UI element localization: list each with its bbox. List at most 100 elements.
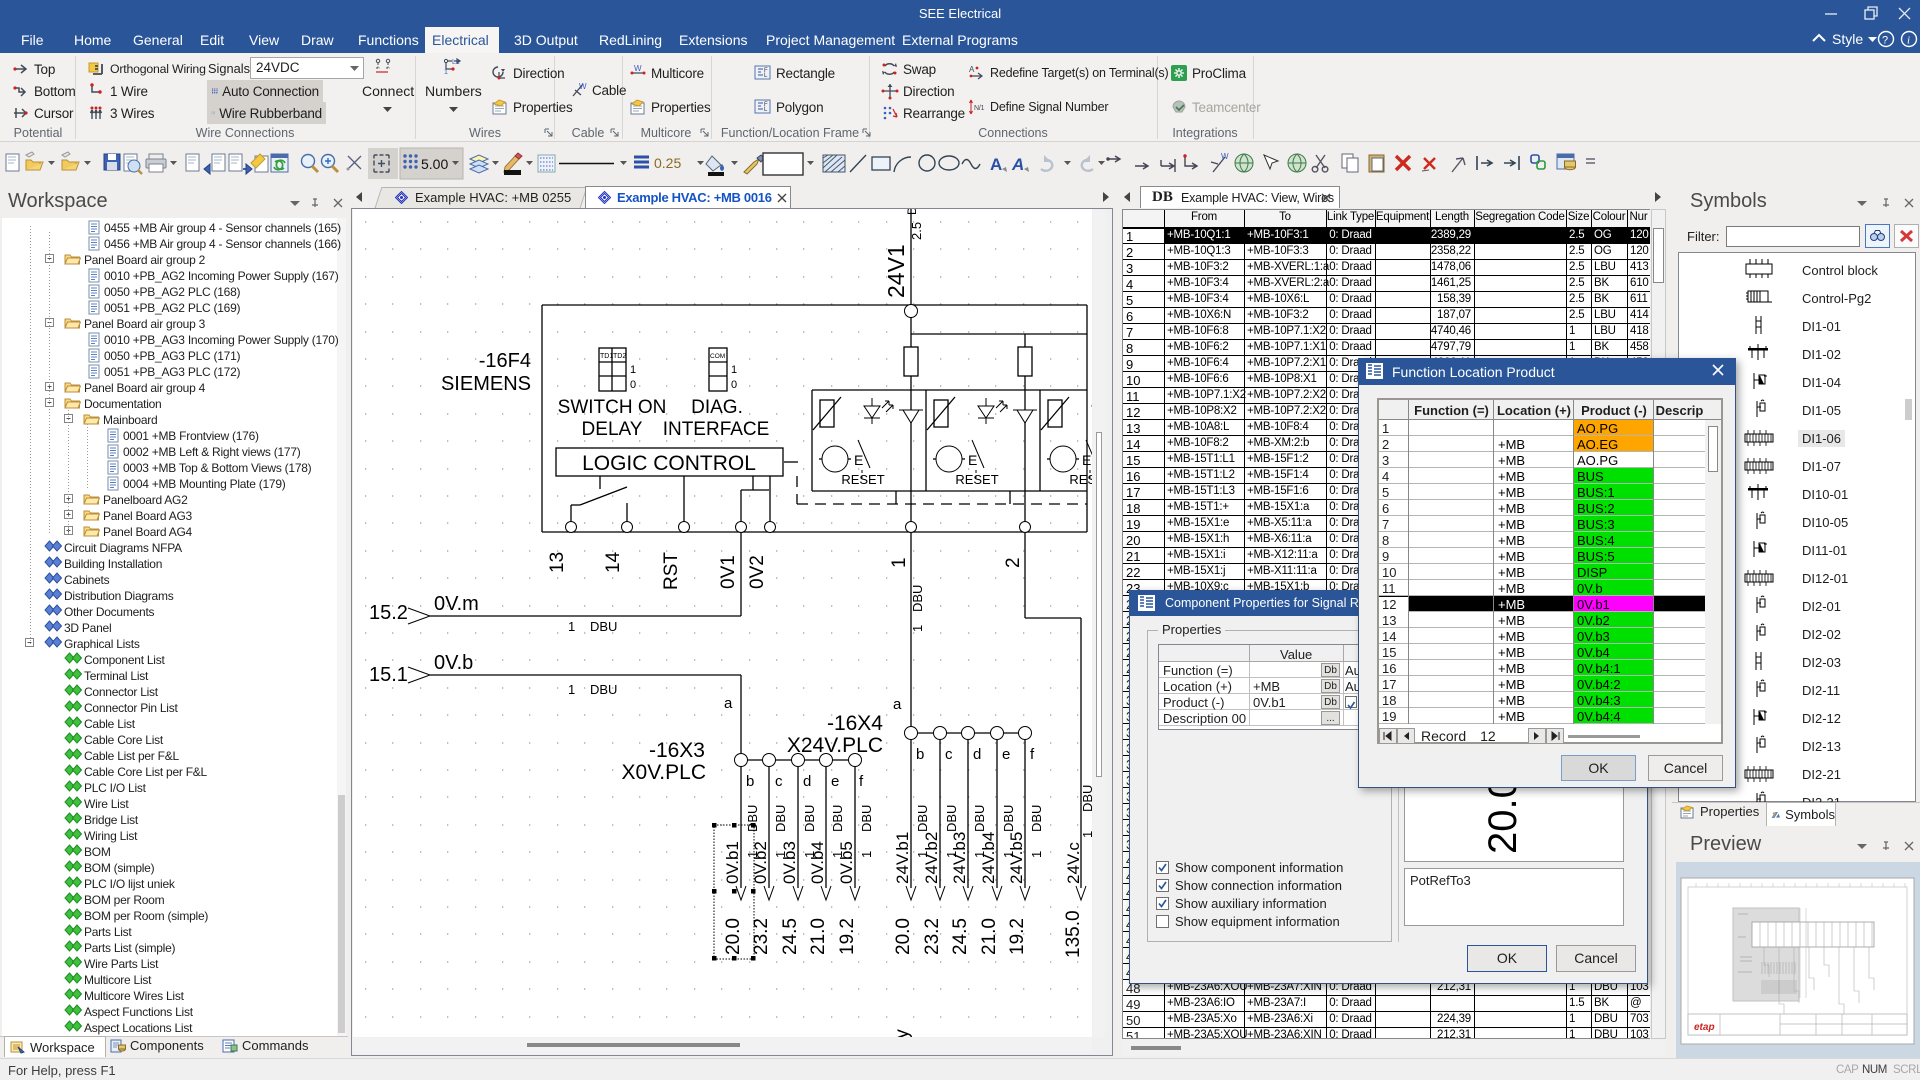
- svg-text:A: A: [969, 65, 975, 74]
- svg-text:DBU: DBU: [745, 805, 760, 832]
- svg-text:1: 1: [889, 557, 910, 568]
- svg-text:DBU: DBU: [590, 682, 617, 697]
- svg-text:0.25: 0.25: [654, 155, 681, 171]
- svg-text:A: A: [1011, 155, 1024, 174]
- svg-text:1: 1: [568, 619, 575, 634]
- svg-text:0V.b3: 0V.b3: [780, 841, 799, 884]
- svg-text:24.5: 24.5: [950, 918, 971, 955]
- svg-text:A: A: [990, 155, 1002, 174]
- svg-text:1: 1: [630, 364, 636, 376]
- svg-text:0V.b2: 0V.b2: [751, 841, 770, 884]
- svg-text:DBU: DBU: [1001, 805, 1016, 832]
- svg-text:e: e: [1002, 746, 1010, 763]
- svg-text:DBU: DBU: [1080, 785, 1092, 812]
- svg-text:0V2: 0V2: [747, 555, 768, 589]
- svg-text:b: b: [916, 746, 924, 763]
- svg-text:W: W: [634, 64, 642, 73]
- svg-text:TD1: TD1: [600, 353, 613, 360]
- svg-text:2.5: 2.5: [909, 222, 924, 240]
- svg-text:DBU: DBU: [944, 805, 959, 832]
- svg-text:SWITCH ON: SWITCH ON: [558, 397, 667, 418]
- svg-text:15.1: 15.1: [369, 664, 408, 686]
- svg-text:DBU: DBU: [802, 805, 817, 832]
- svg-text:?: ?: [1882, 35, 1888, 47]
- svg-text:21.0: 21.0: [979, 918, 1000, 955]
- svg-text:W: W: [579, 82, 587, 91]
- svg-text:1: 1: [568, 682, 575, 697]
- svg-text:RST: RST: [661, 552, 682, 590]
- svg-text:24V1: 24V1: [883, 244, 909, 298]
- svg-text:L1: L1: [452, 59, 460, 66]
- svg-text:1: 1: [910, 625, 925, 632]
- svg-text:24V.b2: 24V.b2: [922, 832, 941, 884]
- svg-text:c: c: [775, 773, 783, 790]
- svg-text:RESET: RESET: [841, 472, 884, 487]
- svg-text:5.00: 5.00: [421, 156, 448, 172]
- svg-text:20.0: 20.0: [893, 918, 914, 955]
- svg-text:14: 14: [603, 551, 624, 573]
- svg-text:DBU: DBU: [972, 805, 987, 832]
- svg-text:20.0: 20.0: [723, 918, 744, 955]
- svg-text:RESET: RESET: [1069, 472, 1092, 487]
- svg-text:1: 1: [731, 364, 737, 376]
- svg-text:INTERFACE: INTERFACE: [663, 419, 770, 440]
- svg-text:DELAY: DELAY: [582, 419, 643, 440]
- svg-text:DBU: DBU: [773, 805, 788, 832]
- svg-text:N/1: N/1: [974, 105, 985, 112]
- svg-text:135.0: 135.0: [1063, 910, 1084, 958]
- svg-text:19.2: 19.2: [1007, 918, 1028, 955]
- svg-text:1: 1: [1080, 831, 1092, 838]
- svg-text:23.2: 23.2: [922, 918, 943, 955]
- svg-text:a: a: [893, 696, 902, 713]
- svg-text:E: E: [1082, 452, 1091, 468]
- svg-text:etap: etap: [1694, 1022, 1715, 1033]
- svg-text:DBU: DBU: [859, 805, 874, 832]
- svg-text:d: d: [973, 746, 981, 763]
- svg-text:Style: Style: [1832, 31, 1863, 47]
- svg-text:DIAG.: DIAG.: [691, 397, 743, 418]
- svg-text:13: 13: [547, 552, 568, 573]
- svg-text:a: a: [724, 695, 733, 712]
- svg-text:ly: ly: [892, 1029, 913, 1037]
- svg-text:24V.b3: 24V.b3: [950, 832, 969, 884]
- svg-text:0V1: 0V1: [718, 555, 739, 589]
- svg-text:-16X4: -16X4: [827, 712, 883, 735]
- svg-text:TD2: TD2: [613, 353, 626, 360]
- svg-text:24V.c: 24V.c: [1064, 842, 1083, 884]
- svg-text:24V.b5: 24V.b5: [1007, 832, 1026, 884]
- svg-text:1: 1: [444, 69, 448, 76]
- svg-text:COM: COM: [710, 353, 725, 360]
- svg-text:0V.b1: 0V.b1: [723, 841, 742, 884]
- svg-text:24V.b1: 24V.b1: [893, 832, 912, 884]
- svg-text:15.2: 15.2: [369, 602, 408, 624]
- svg-text:SIEMENS: SIEMENS: [441, 373, 531, 395]
- svg-text:19.2: 19.2: [837, 918, 858, 955]
- svg-text:0V.b: 0V.b: [434, 652, 473, 674]
- svg-text:W: W: [1221, 152, 1229, 161]
- svg-text:DBU: DBU: [910, 585, 925, 612]
- svg-text:1: 1: [1029, 851, 1044, 858]
- svg-text:E: E: [854, 452, 863, 468]
- svg-text:LOGIC CONTROL: LOGIC CONTROL: [582, 452, 756, 475]
- svg-text:DBU: DBU: [905, 209, 919, 215]
- svg-text:d: d: [803, 773, 811, 790]
- svg-text:24V.b4: 24V.b4: [979, 832, 998, 884]
- svg-text:i: i: [1907, 35, 1910, 47]
- svg-text:c: c: [945, 746, 953, 763]
- svg-text:X24V.PLC: X24V.PLC: [787, 734, 883, 757]
- svg-text:21.0: 21.0: [808, 918, 829, 955]
- svg-text:0V.b4: 0V.b4: [808, 841, 827, 884]
- svg-text:24.5: 24.5: [780, 918, 801, 955]
- svg-text:1: 1: [859, 851, 874, 858]
- svg-text:RESET: RESET: [955, 472, 998, 487]
- svg-text:E: E: [968, 452, 977, 468]
- svg-text:-16X3: -16X3: [649, 739, 705, 762]
- svg-text:X0V.PLC: X0V.PLC: [622, 761, 706, 784]
- svg-text:DBU: DBU: [915, 805, 930, 832]
- svg-text:e: e: [831, 773, 839, 790]
- svg-text:DBU: DBU: [1029, 805, 1044, 832]
- svg-text:0: 0: [731, 379, 737, 391]
- svg-text:0V.b5: 0V.b5: [837, 841, 856, 884]
- svg-text:0V.m: 0V.m: [434, 593, 479, 615]
- svg-text:DBU: DBU: [590, 619, 617, 634]
